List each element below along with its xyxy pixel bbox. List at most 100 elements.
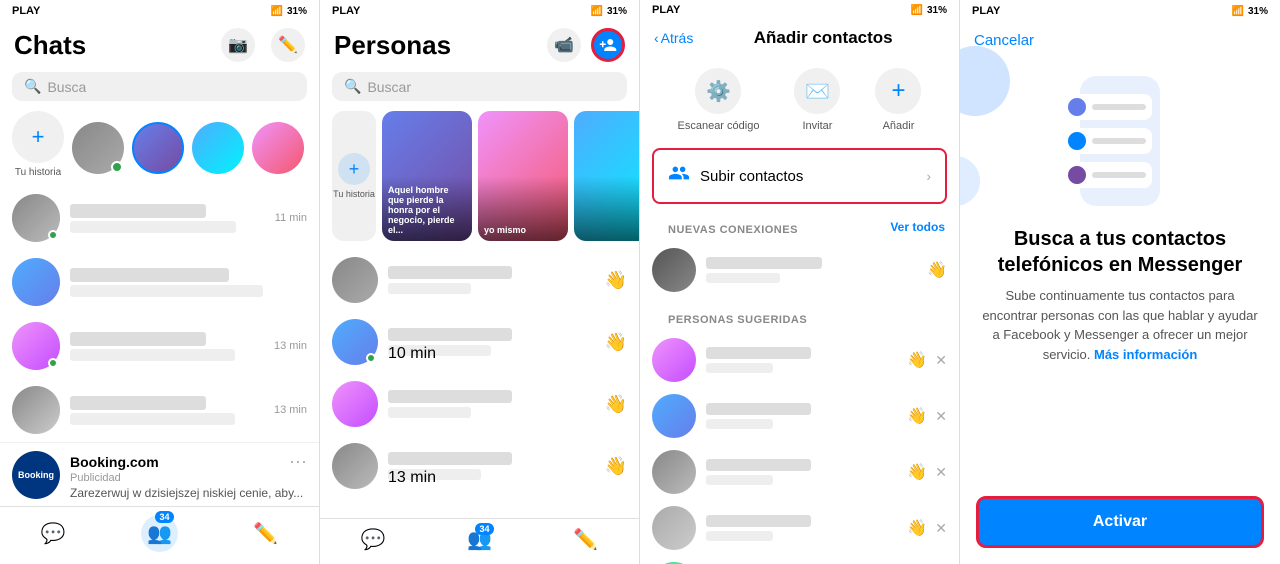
video-icon-btn[interactable]: 📹 [547, 28, 581, 62]
promo-more-info-link[interactable]: Más información [1094, 347, 1197, 362]
add-option[interactable]: + Añadir [875, 68, 921, 132]
story-3[interactable] [192, 122, 244, 178]
scan-icon-btn[interactable]: ⚙️ [695, 68, 741, 114]
scan-label: Escanear código [678, 120, 760, 132]
add-story-btn[interactable]: + [12, 111, 64, 163]
suggested-3[interactable]: 👋 ✕ [640, 444, 959, 500]
wave-btn-1[interactable]: 👋 [927, 260, 947, 280]
add-person-button[interactable] [591, 28, 625, 62]
story-avatar-4[interactable] [252, 122, 304, 174]
people-item-4[interactable]: 13 min 👋 [320, 435, 639, 497]
sugeridas-row: PERSONAS SUGERIDAS [640, 298, 959, 332]
people-badge: 34 [155, 511, 173, 523]
chat-name-2 [70, 268, 229, 282]
search-placeholder: Busca [47, 79, 86, 95]
activate-button[interactable]: Activar [976, 496, 1264, 548]
story-2[interactable] [132, 122, 184, 178]
compose-button[interactable]: ✏️ [271, 28, 305, 62]
personas-stories: + Tu historia Aquel hombre que pierde la… [320, 107, 639, 249]
status-icons-4: 📶 31% [1232, 6, 1268, 17]
panel-add-contacts: PLAY 📶 31% ‹ Atrás Añadir contactos ⚙️ E… [640, 0, 960, 564]
wave-icon-3[interactable]: 👋 [605, 394, 627, 415]
wave-btn-s1[interactable]: 👋 [907, 350, 927, 370]
nav-compose-2[interactable]: ✏️ [533, 527, 639, 552]
wave-btn-s3[interactable]: 👋 [907, 462, 927, 482]
chat-preview-3 [70, 349, 235, 361]
upload-contacts-row[interactable]: Subir contactos › [652, 148, 947, 204]
suggested-2[interactable]: 👋 ✕ [640, 388, 959, 444]
nav-chats-1[interactable]: 💬 [0, 515, 106, 552]
story-4[interactable] [252, 122, 304, 178]
nav-stories-1[interactable]: ✏️ [213, 515, 319, 552]
signal-icon-1: 📶 [271, 6, 283, 17]
people-name-1 [388, 266, 512, 279]
wave-btn-s2[interactable]: 👋 [907, 406, 927, 426]
wave-icon-2[interactable]: 👋 [605, 332, 627, 353]
promo-line-2 [1092, 138, 1146, 144]
wave-icon-1[interactable]: 👋 [605, 270, 627, 291]
status-bar-2: PLAY 📶 31% [320, 0, 639, 22]
personas-search-placeholder: Buscar [367, 79, 411, 95]
people-avatar-4 [332, 443, 378, 489]
people-sub-3 [388, 407, 471, 418]
personas-header: Personas 📹 [320, 22, 639, 68]
story-avatar-3[interactable] [192, 122, 244, 174]
scan-option[interactable]: ⚙️ Escanear código [678, 68, 760, 132]
promo-line-3 [1092, 172, 1146, 178]
booking-ad[interactable]: Booking Booking.com ··· Publicidad Zarez… [0, 442, 319, 506]
invite-option[interactable]: ✉️ Invitar [794, 68, 840, 132]
story-card-2[interactable]: yo mismo [478, 111, 568, 241]
back-button[interactable]: ‹ Atrás [654, 30, 693, 46]
story-1[interactable] [72, 122, 124, 178]
suggested-info-3 [706, 459, 897, 485]
story-card-3[interactable] [574, 111, 639, 241]
battery-icon-4: 31% [1248, 6, 1268, 17]
promo-phone-graphic [1080, 76, 1160, 206]
people-item-2[interactable]: 10 min 👋 [320, 311, 639, 373]
chat-item-4[interactable]: 13 min [0, 378, 319, 442]
story-card-1[interactable]: Aquel hombre que pierde la honra por el … [382, 111, 472, 241]
chat-info-2 [70, 268, 297, 297]
people-item-1[interactable]: 👋 [320, 249, 639, 311]
connection-name-1 [706, 257, 822, 269]
suggested-5[interactable]: 📺 👋 ✕ [640, 556, 959, 564]
wave-btn-s4[interactable]: 👋 [907, 518, 927, 538]
chats-search[interactable]: 🔍 Busca [12, 72, 307, 101]
dismiss-btn-s4[interactable]: ✕ [935, 520, 947, 537]
panel-personas: PLAY 📶 31% Personas 📹 🔍 Buscar + Tu hist… [320, 0, 640, 564]
wave-icon-4[interactable]: 👋 [605, 456, 627, 477]
suggested-4[interactable]: 👋 ✕ [640, 500, 959, 556]
nav-chats-2[interactable]: 💬 [320, 527, 426, 552]
suggested-actions-2: 👋 ✕ [907, 406, 947, 426]
suggested-1[interactable]: 👋 ✕ [640, 332, 959, 388]
new-connection-1[interactable]: 👋 [640, 242, 959, 298]
suggested-name-2 [706, 403, 811, 415]
promo-dot-1 [1068, 98, 1086, 116]
story-avatar-2[interactable] [132, 122, 184, 174]
battery-icon-2: 31% [607, 6, 627, 17]
camera-button[interactable]: 📷 [221, 28, 255, 62]
dismiss-btn-s1[interactable]: ✕ [935, 352, 947, 369]
chat-item-1[interactable]: 11 min [0, 186, 319, 250]
story-avatar-1[interactable] [72, 122, 124, 174]
online-status-1 [48, 230, 58, 240]
see-all-button[interactable]: Ver todos [890, 220, 945, 234]
stories-nav-icon: ✏️ [253, 521, 278, 546]
chat-preview-2 [70, 285, 263, 297]
carrier-4: PLAY [972, 5, 1000, 17]
status-icons-2: 📶 31% [591, 6, 627, 17]
nav-people-2[interactable]: 👥 34 [426, 527, 532, 552]
invite-icon-btn[interactable]: ✉️ [794, 68, 840, 114]
dismiss-btn-s3[interactable]: ✕ [935, 464, 947, 481]
add-story-card[interactable]: + Tu historia [332, 111, 376, 241]
people-item-3[interactable]: 👋 [320, 373, 639, 435]
nav-people-1[interactable]: 👥 34 [106, 515, 212, 552]
personas-search[interactable]: 🔍 Buscar [332, 72, 627, 101]
chat-item-2[interactable] [0, 250, 319, 314]
add-icon-btn[interactable]: + [875, 68, 921, 114]
chat-info-1 [70, 204, 265, 233]
chat-item-3[interactable]: 13 min [0, 314, 319, 378]
dismiss-btn-s2[interactable]: ✕ [935, 408, 947, 425]
chat-list: 11 min 13 min [0, 186, 319, 506]
add-story[interactable]: + Tu historia [12, 111, 64, 178]
